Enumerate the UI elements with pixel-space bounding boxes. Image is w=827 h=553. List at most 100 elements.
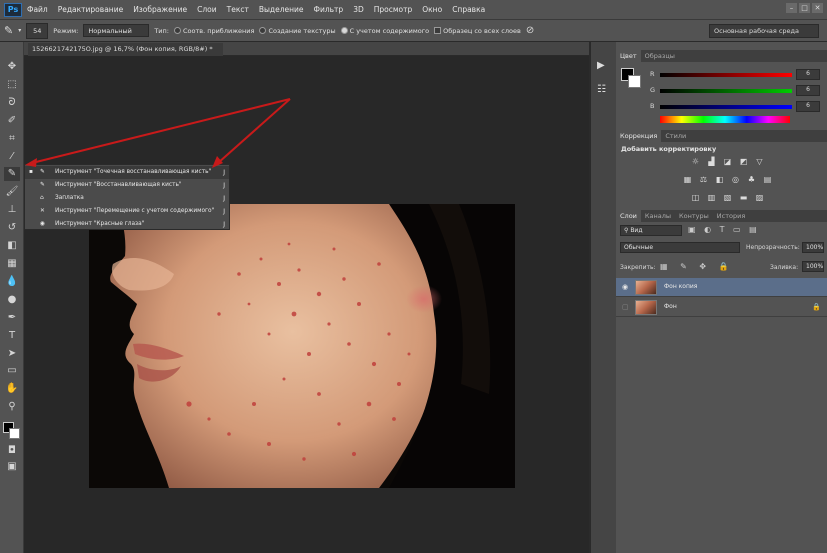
menu-filter[interactable]: Фильтр [309,0,349,20]
document-photo[interactable] [89,204,515,488]
crop-tool-icon[interactable]: ⌗ [4,132,20,146]
tab-styles[interactable]: Стили [661,130,690,142]
flyout-healing-brush[interactable]: ✎ Инструмент "Восстанавливающая кисть" J [25,179,229,192]
color-balance-icon[interactable]: ⚖ [698,175,709,185]
maximize-icon[interactable]: □ [799,3,810,13]
radio-content-aware[interactable]: С учетом содержимого [340,27,429,35]
eyedropper-tool-icon[interactable]: ⁄ [4,150,20,164]
pressure-icon[interactable]: ⊘ [526,25,534,36]
tab-history[interactable]: История [713,210,749,222]
blue-value[interactable]: 6 [796,101,820,112]
tab-color[interactable]: Цвет [616,50,641,62]
brush-size-picker[interactable]: 54 [26,22,49,39]
minimize-icon[interactable]: – [786,3,797,13]
exposure-icon[interactable]: ◩ [738,157,749,167]
threshold-icon[interactable]: ▧ [722,193,733,203]
background-color-swatch[interactable] [9,428,20,439]
eye-icon[interactable]: ▢ [622,303,629,311]
quick-select-tool-icon[interactable]: ✐ [4,114,20,128]
tab-adjustments[interactable]: Коррекция [616,130,662,142]
brush-tool-icon[interactable]: ✎ [4,24,13,37]
eraser-tool-icon[interactable]: ◧ [4,239,20,253]
sample-all-layers-checkbox[interactable]: Образец со всех слоев [434,27,521,35]
layer-row-background-copy[interactable]: ◉ Фон копия [616,278,827,297]
lasso-tool-icon[interactable]: ᘐ [4,96,20,110]
flyout-content-aware-move[interactable]: ✕ Инструмент "Перемещение с учетом содер… [25,205,229,218]
red-value[interactable]: 6 [796,69,820,80]
history-brush-tool-icon[interactable]: ↺ [4,221,20,235]
radio-proximity[interactable]: Соотв. приближения [173,27,254,35]
eye-icon[interactable]: ◉ [622,283,628,291]
brightness-icon[interactable]: ☼ [690,157,701,167]
document-tab[interactable]: 1526621742175O.jpg @ 16,7% (Фон копия, R… [28,43,223,56]
gradient-tool-icon[interactable]: ▦ [4,257,20,271]
black-white-icon[interactable]: ◧ [714,175,725,185]
pen-tool-icon[interactable]: ✒ [4,311,20,325]
menu-image[interactable]: Изображение [128,0,192,20]
dodge-tool-icon[interactable]: ● [4,293,20,307]
menu-window[interactable]: Окно [417,0,447,20]
background-color-swatch[interactable] [628,75,641,88]
marquee-tool-icon[interactable]: ⬚ [4,78,20,92]
photo-filter-icon[interactable]: ◎ [730,175,741,185]
healing-brush-tool-icon[interactable]: ✎ [4,167,20,181]
move-tool-icon[interactable]: ✥ [4,60,20,74]
red-gradient[interactable] [660,73,792,77]
tab-paths[interactable]: Контуры [675,210,713,222]
path-select-tool-icon[interactable]: ➤ [4,347,20,361]
gradient-map-icon[interactable]: ▬ [738,193,749,203]
menu-edit[interactable]: Редактирование [53,0,128,20]
chevron-down-icon[interactable]: ▾ [18,27,21,34]
blend-mode-select[interactable]: Обычные [620,242,740,253]
vibrance-icon[interactable]: ▽ [754,157,765,167]
menu-layers[interactable]: Слои [192,0,222,20]
menu-text[interactable]: Текст [222,0,254,20]
properties-icon[interactable]: ☷ [597,84,606,95]
channel-mixer-icon[interactable]: ♣ [746,175,757,185]
levels-icon[interactable]: ▟ [706,157,717,167]
layer-kind-filter[interactable]: ⚲ Вид [620,225,682,236]
blue-slider[interactable]: B 6 [646,101,826,112]
blue-gradient[interactable] [660,105,792,109]
green-value[interactable]: 6 [796,85,820,96]
fill-input[interactable]: 100% [802,261,824,272]
stamp-tool-icon[interactable]: ⊥ [4,203,20,217]
tab-channels[interactable]: Каналы [641,210,675,222]
type-tool-icon[interactable]: T [4,329,20,343]
blur-tool-icon[interactable]: 💧 [4,275,20,289]
menu-3d[interactable]: 3D [348,0,369,20]
selective-color-icon[interactable]: ▨ [754,193,765,203]
hand-tool-icon[interactable]: ✋ [4,382,20,396]
layer-row-background[interactable]: ▢ Фон 🔒 [616,298,827,317]
invert-icon[interactable]: ◫ [690,193,701,203]
tab-swatches[interactable]: Образцы [641,50,679,62]
zoom-tool-icon[interactable]: ⚲ [4,400,20,414]
flyout-red-eye[interactable]: ◉ Инструмент "Красные глаза" J [25,218,229,231]
posterize-icon[interactable]: ▥ [706,193,717,203]
shape-tool-icon[interactable]: ▭ [4,364,20,378]
workspace-select[interactable]: Основная рабочая среда [709,24,819,38]
flyout-spot-healing-brush[interactable]: ▪ ✎ Инструмент "Точечная восстанавливающ… [25,166,229,179]
radio-texture[interactable]: Создание текстуры [259,27,336,35]
tab-layers[interactable]: Слои [616,210,641,222]
brush-tool-icon[interactable]: 🖌 [4,185,20,199]
play-icon[interactable]: ▶ [597,60,605,71]
curves-icon[interactable]: ◪ [722,157,733,167]
screen-mode-icon[interactable]: ▣ [4,460,20,474]
menu-view[interactable]: Просмотр [369,0,418,20]
flyout-patch[interactable]: ⌂ Заплатка J [25,192,229,205]
hue-saturation-icon[interactable]: ▦ [682,175,693,185]
menu-file[interactable]: Файл [22,0,53,20]
color-lookup-icon[interactable]: ▤ [762,175,773,185]
color-spectrum-ramp[interactable] [660,116,790,123]
menu-select[interactable]: Выделение [254,0,309,20]
red-slider[interactable]: R 6 [646,69,826,80]
green-slider[interactable]: G 6 [646,85,826,96]
opacity-input[interactable]: 100% [802,242,824,253]
green-gradient[interactable] [660,89,792,93]
mode-select[interactable]: Нормальный [83,24,150,37]
quick-mask-icon[interactable]: ◘ [4,444,20,458]
close-icon[interactable]: ✕ [812,3,823,13]
menu-help[interactable]: Справка [447,0,490,20]
lock-icons[interactable]: ▦ ✎ ✥ 🔒 [660,262,734,271]
